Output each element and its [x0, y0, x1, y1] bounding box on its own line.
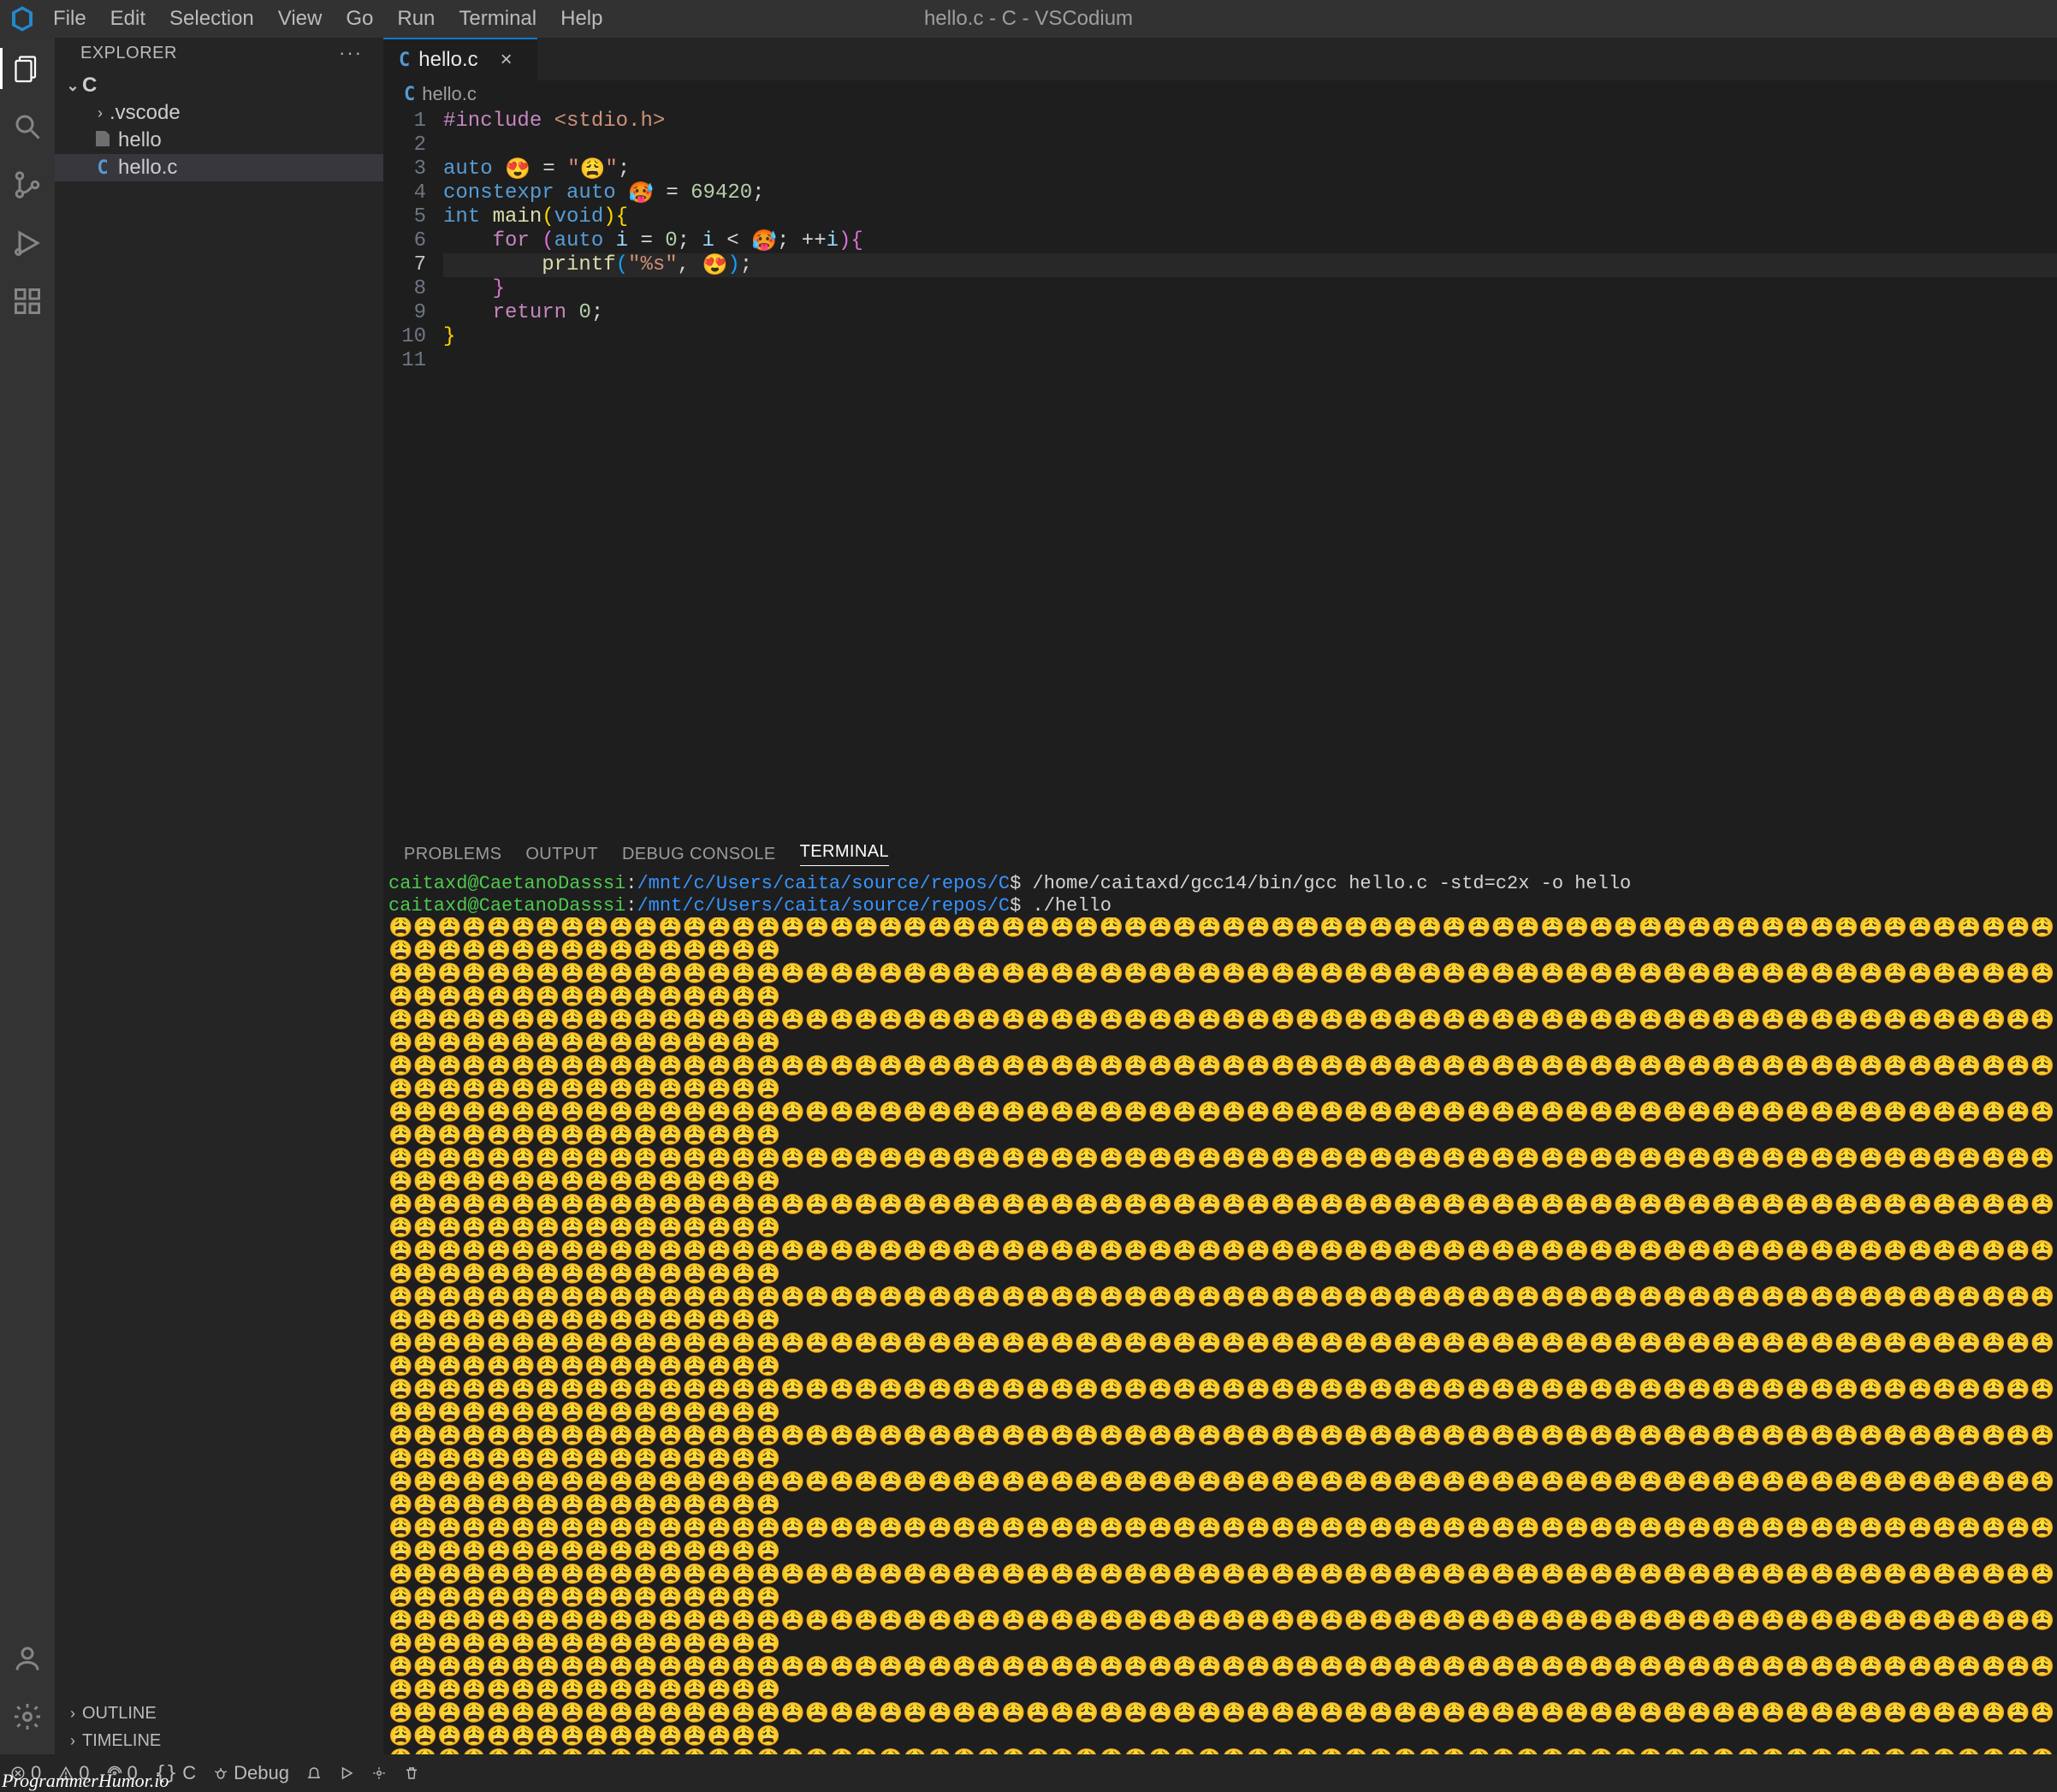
timeline-label: TIMELINE — [82, 1731, 161, 1751]
window-title: hello.c - C - VSCodium — [924, 7, 1133, 31]
tree-item-label: hello.c — [118, 156, 177, 180]
chevron-right-icon: › — [63, 1732, 82, 1750]
menu-run[interactable]: Run — [385, 7, 447, 31]
editor-tab-hello-c[interactable]: C hello.c × — [383, 38, 537, 80]
app-logo-icon — [9, 5, 36, 33]
explorer-sidebar: EXPLORER ··· ⌄ C ›.vscodehelloChello.c ›… — [55, 38, 383, 1754]
status-build-icon[interactable] — [371, 1765, 387, 1781]
workspace-root[interactable]: ⌄ C — [55, 72, 383, 99]
explorer-header: EXPLORER ··· — [55, 38, 383, 68]
panel-tab-problems[interactable]: PROBLEMS — [404, 845, 501, 864]
file-icon — [91, 128, 115, 152]
menu-help[interactable]: Help — [548, 7, 614, 31]
panel-tabs: PROBLEMS OUTPUT DEBUG CONSOLE TERMINAL — [383, 837, 2057, 871]
source-control-icon[interactable] — [7, 164, 48, 205]
file-tree: ⌄ C ›.vscodehelloChello.c — [55, 68, 383, 1700]
menu-terminal[interactable]: Terminal — [447, 7, 548, 31]
extensions-icon[interactable] — [7, 281, 48, 322]
chevron-right-icon: › — [91, 104, 110, 122]
watermark: ProgrammerHumor.io — [0, 1770, 169, 1792]
run-debug-icon[interactable] — [7, 223, 48, 264]
accounts-icon[interactable] — [7, 1638, 48, 1679]
menu-go[interactable]: Go — [334, 7, 385, 31]
file-tree-item[interactable]: Chello.c — [55, 154, 383, 181]
menu-edit[interactable]: Edit — [98, 7, 157, 31]
panel-tab-terminal[interactable]: TERMINAL — [800, 842, 889, 866]
tab-bar: C hello.c × — [383, 38, 2057, 80]
title-bar: FileEditSelectionViewGoRunTerminalHelp h… — [0, 0, 2057, 38]
terminal[interactable]: caitaxd@CaetanoDasssi:/mnt/c/Users/caita… — [383, 871, 2057, 1754]
terminal-cwd: /mnt/c/Users/caita/source/repos/C — [637, 873, 1010, 894]
settings-gear-icon[interactable] — [7, 1696, 48, 1737]
menu-view[interactable]: View — [266, 7, 335, 31]
outline-label: OUTLINE — [82, 1704, 157, 1724]
search-icon[interactable] — [7, 106, 48, 147]
file-tree-item[interactable]: hello — [55, 127, 383, 154]
outline-section[interactable]: › OUTLINE — [55, 1700, 383, 1727]
editor-group: C hello.c × C hello.c 1234567891011 #inc… — [383, 38, 2057, 1754]
c-file-icon: C — [404, 84, 415, 105]
timeline-section[interactable]: › TIMELINE — [55, 1727, 383, 1754]
activity-bar — [0, 38, 55, 1754]
code-editor[interactable]: 1234567891011 #include <stdio.h>auto 😍 =… — [383, 108, 2057, 837]
status-trash-icon[interactable] — [404, 1765, 419, 1781]
breadcrumb-label: hello.c — [422, 83, 477, 105]
status-bar: 0 0 0 {} C Debug — [0, 1754, 2057, 1792]
terminal-cwd: /mnt/c/Users/caita/source/repos/C — [637, 895, 1010, 917]
chevron-down-icon: ⌄ — [63, 77, 82, 95]
c-file-icon: C — [91, 156, 115, 180]
breadcrumb[interactable]: C hello.c — [383, 80, 2057, 108]
status-play-icon[interactable] — [339, 1765, 354, 1781]
close-icon[interactable]: × — [501, 48, 513, 72]
tree-item-label: hello — [118, 128, 162, 152]
tab-label: hello.c — [418, 48, 477, 72]
terminal-command: ./hello — [1033, 895, 1111, 917]
explorer-title: EXPLORER — [80, 44, 177, 63]
panel-tab-debug-console[interactable]: DEBUG CONSOLE — [622, 845, 776, 864]
menu-selection[interactable]: Selection — [157, 7, 266, 31]
panel-tab-output[interactable]: OUTPUT — [525, 845, 598, 864]
terminal-user: caitaxd@CaetanoDasssi — [388, 873, 625, 894]
terminal-command: /home/caitaxd/gcc14/bin/gcc hello.c -std… — [1033, 873, 1632, 894]
chevron-right-icon: › — [63, 1705, 82, 1723]
file-tree-item[interactable]: ›.vscode — [55, 99, 383, 127]
terminal-user: caitaxd@CaetanoDasssi — [388, 895, 625, 917]
terminal-output: 😩😩😩😩😩😩😩😩😩😩😩😩😩😩😩😩😩😩😩😩😩😩😩😩😩😩😩😩😩😩😩😩😩😩😩😩😩😩😩😩… — [388, 917, 2057, 1754]
bottom-panel: PROBLEMS OUTPUT DEBUG CONSOLE TERMINAL cait… — [383, 837, 2057, 1754]
tree-item-label: .vscode — [110, 101, 181, 125]
status-bell-icon[interactable] — [306, 1765, 322, 1781]
explorer-more-icon[interactable]: ··· — [339, 42, 363, 64]
c-file-icon: C — [399, 50, 410, 71]
menu-bar: FileEditSelectionViewGoRunTerminalHelp — [41, 7, 614, 31]
root-label: C — [82, 74, 97, 98]
menu-file[interactable]: File — [41, 7, 98, 31]
status-debug[interactable]: Debug — [213, 1762, 289, 1784]
explorer-icon[interactable] — [7, 48, 48, 89]
